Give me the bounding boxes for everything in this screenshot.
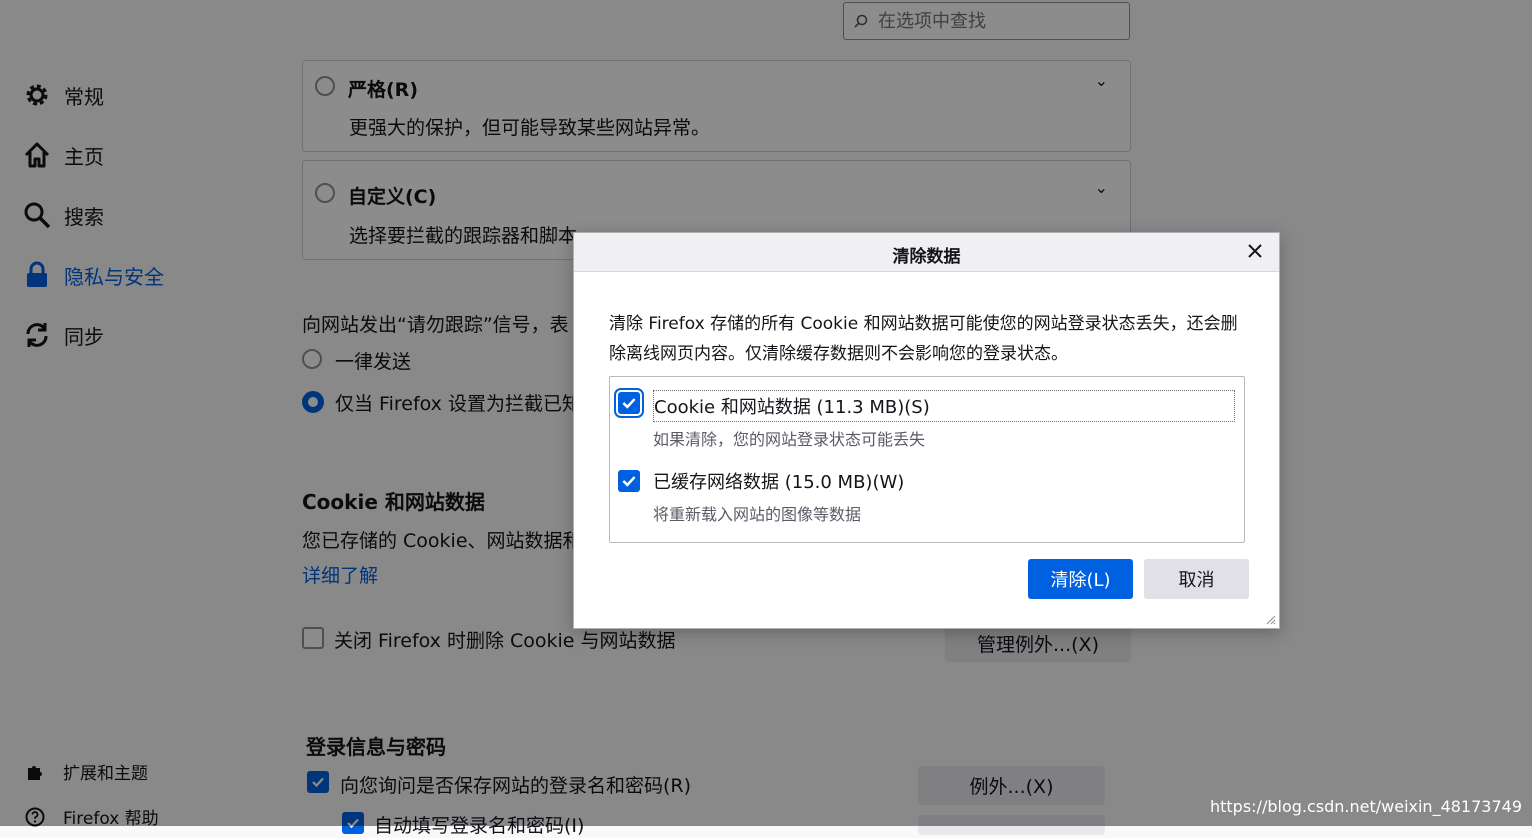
- cookies-checkbox[interactable]: [614, 388, 644, 418]
- close-icon[interactable]: [1243, 239, 1267, 263]
- dialog-description: 清除 Firefox 存储的所有 Cookie 和网站数据可能使您的网站登录状态…: [609, 314, 1238, 364]
- cache-option-label: 已缓存网络数据 (15.0 MB)(W): [653, 472, 905, 493]
- resize-grip-icon[interactable]: [1264, 613, 1276, 625]
- cookies-option-sub: 如果清除，您的网站登录状态可能丢失: [653, 430, 926, 449]
- clear-options-list: Cookie 和网站数据 (11.3 MB)(S) 如果清除，您的网站登录状态可…: [609, 376, 1245, 543]
- checkmark-icon: [622, 476, 636, 487]
- checkmark-icon: [622, 398, 636, 409]
- dialog-header: 清除数据: [574, 233, 1279, 272]
- option-cache[interactable]: 已缓存网络数据 (15.0 MB)(W) 将重新载入网站的图像等数据: [618, 468, 904, 525]
- watermark: https://blog.csdn.net/weixin_48173749: [1209, 797, 1522, 816]
- clear-data-dialog: 清除数据 清除 Firefox 存储的所有 Cookie 和网站数据可能使您的网…: [573, 232, 1280, 629]
- dialog-title: 清除数据: [892, 247, 961, 267]
- cache-checkbox[interactable]: [618, 470, 640, 492]
- cancel-button[interactable]: 取消: [1144, 559, 1249, 599]
- clear-button[interactable]: 清除(L): [1028, 559, 1133, 599]
- cookies-option-label: Cookie 和网站数据 (11.3 MB)(S): [653, 390, 1235, 422]
- cache-option-sub: 将重新载入网站的图像等数据: [653, 505, 862, 524]
- option-cookies[interactable]: Cookie 和网站数据 (11.3 MB)(S) 如果清除，您的网站登录状态可…: [614, 388, 1235, 450]
